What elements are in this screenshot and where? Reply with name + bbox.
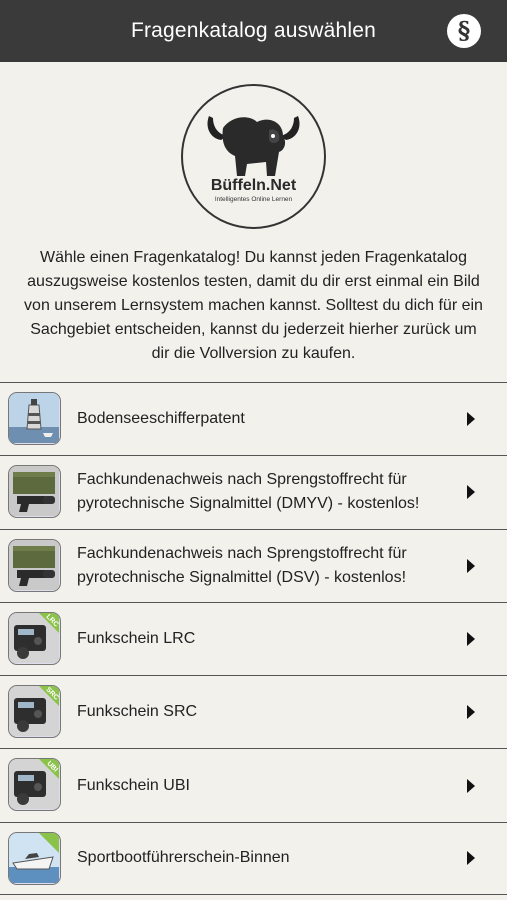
motorboat-icon (8, 831, 61, 885)
chevron-right-icon (467, 558, 475, 573)
buffeln-logo: Büffeln.Net Intelligentes Online Lernen (181, 84, 326, 229)
catalog-label: Sportbootführerschein-Binnen (77, 849, 290, 867)
catalog-item-dmyv[interactable]: Fachkundenachweis nach Sprengstoffrecht … (0, 455, 507, 528)
chevron-right-icon (467, 632, 475, 647)
catalog-item-src[interactable]: SRC Funkschein SRC (0, 675, 507, 748)
catalog-label: Fachkundenachweis nach Sprengstoffrecht … (77, 544, 407, 586)
catalog-list: Bodenseeschifferpatent Fachkundenachweis… (0, 382, 507, 896)
radio-icon: SRC (8, 685, 61, 739)
flare-gun-icon (8, 538, 61, 592)
paragraph-icon[interactable]: § (447, 14, 481, 48)
radio-icon: UBI (8, 758, 61, 812)
catalog-item-sbf-binnen[interactable]: Sportbootführerschein-Binnen (0, 821, 507, 896)
chevron-right-icon (467, 485, 475, 500)
chevron-right-icon (467, 412, 475, 427)
flare-gun-icon (8, 465, 61, 519)
logo-name: Büffeln.Net (211, 177, 297, 194)
catalog-item-lrc[interactable]: LRC Funkschein LRC (0, 601, 507, 675)
chevron-right-icon (467, 705, 475, 720)
catalog-label: Funkschein SRC (77, 703, 198, 721)
catalog-label: Funkschein LRC (77, 630, 196, 648)
intro-text: Wähle einen Fragenkatalog! Du kannst jed… (24, 249, 483, 362)
app-header: Fragenkatalog auswählen § (0, 0, 507, 62)
catalog-label: Funkschein UBI (77, 776, 190, 794)
radio-icon: LRC (8, 611, 61, 665)
catalog-item-ubi[interactable]: UBI Funkschein UBI (0, 748, 507, 821)
logo-tagline: Intelligentes Online Lernen (215, 196, 293, 203)
chevron-right-icon (467, 851, 475, 866)
page-title: Fragenkatalog auswählen (130, 19, 377, 42)
catalog-label: Bodenseeschifferpatent (77, 410, 245, 428)
catalog-label: Fachkundenachweis nach Sprengstoffrecht … (77, 471, 420, 513)
lighthouse-icon (8, 392, 61, 445)
catalog-item-bodensee[interactable]: Bodenseeschifferpatent (0, 382, 507, 455)
chevron-right-icon (467, 778, 475, 793)
catalog-item-dsv[interactable]: Fachkundenachweis nach Sprengstoffrecht … (0, 528, 507, 602)
